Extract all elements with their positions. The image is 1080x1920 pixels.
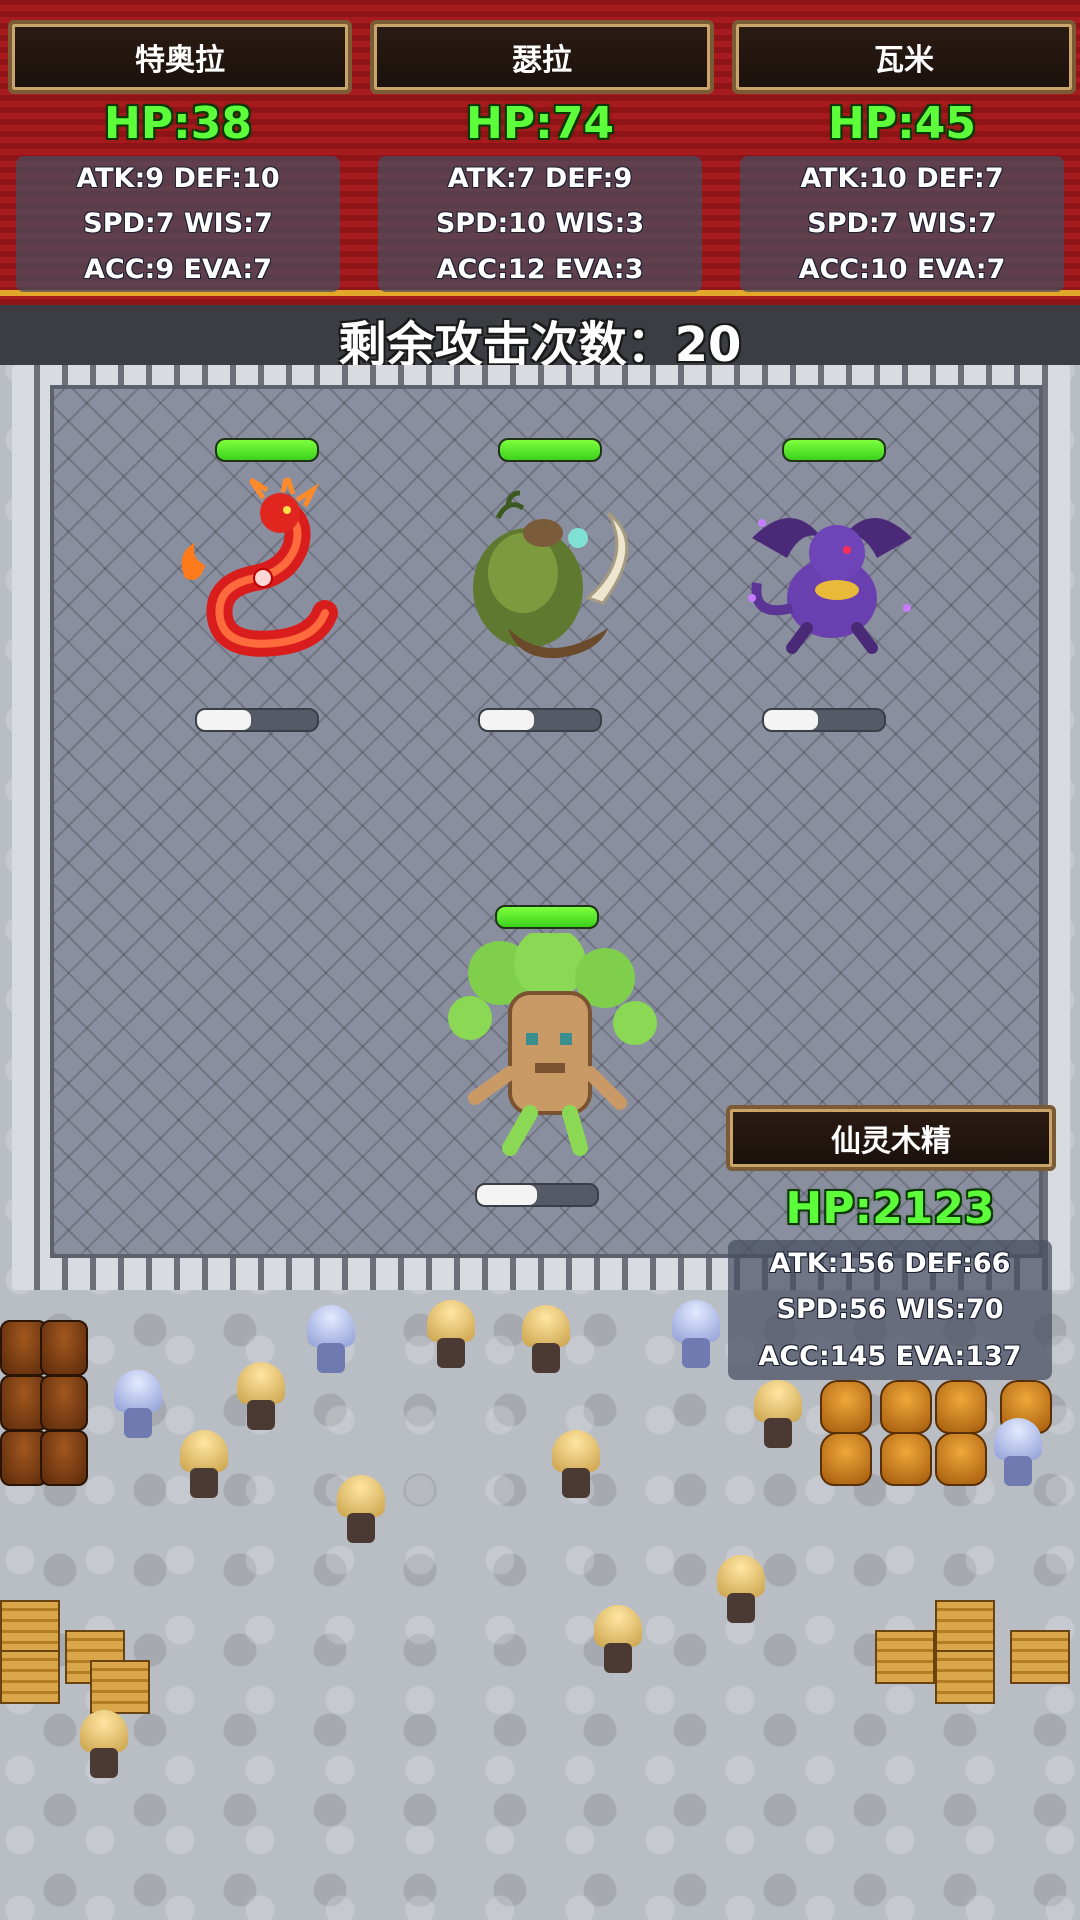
hero-stat-atk-def: ATK:10 DEF:7 [800,163,1004,195]
npc-icon [520,1305,572,1375]
jar-icon [880,1432,932,1486]
crate-icon [90,1660,150,1714]
boss-turn-fill [477,1185,537,1205]
monster-2[interactable] [448,438,648,738]
hero-hp: HP:45 [828,98,976,149]
barrel-icon [40,1375,88,1431]
hero-stats: ATK:10 DEF:7 SPD:7 WIS:7 ACC:10 EVA:7 [740,156,1064,292]
npc-icon [992,1418,1044,1488]
monster-hp-bar [782,438,886,462]
player-stat-atk-def: ATK:156 DEF:66 [769,1247,1011,1279]
jar-icon [880,1380,932,1434]
crate-icon [935,1600,995,1654]
npc-icon [112,1370,164,1440]
npc-icon [715,1555,767,1625]
player-info-card[interactable]: 仙灵木精 HP:2123 ATK:156 DEF:66 SPD:56 WIS:7… [720,1105,1060,1385]
hero-hp: HP:38 [104,98,252,149]
hero-stats: ATK:9 DEF:10 SPD:7 WIS:7 ACC:9 EVA:7 [16,156,340,292]
monster-turn-bar [762,708,886,732]
monster-hp-bar [498,438,602,462]
npc-icon [178,1430,230,1500]
purple-dragon-icon [748,518,912,654]
npc-icon [235,1362,287,1432]
npc-icon [752,1380,804,1450]
npc-icon [305,1305,357,1375]
crate-icon [1010,1630,1070,1684]
jar-icon [935,1432,987,1486]
monster-hp-fill [217,440,317,460]
monster-turn-bar [195,708,319,732]
hero-stats: ATK:7 DEF:9 SPD:10 WIS:3 ACC:12 EVA:3 [378,156,702,292]
player-tree-spirit[interactable] [440,905,660,1207]
hero-name: 瓦米 [732,20,1076,94]
hero-hp: HP:74 [466,98,614,149]
player-hp: HP:2123 [785,1183,995,1234]
crate-icon [0,1650,60,1704]
tree-spirit-icon [448,933,657,1156]
monster-turn-fill [480,710,534,730]
monster-hp-bar [215,438,319,462]
boss-hp-fill [497,907,597,927]
barrel-icon [40,1320,88,1376]
monster-3[interactable] [732,438,932,738]
monster-1[interactable] [165,438,365,738]
hero-stat-acc-eva: ACC:10 EVA:7 [798,253,1006,285]
player-stats: ATK:156 DEF:66 SPD:56 WIS:70 ACC:145 EVA… [728,1240,1052,1380]
hero-name: 瑟拉 [370,20,714,94]
npc-icon [335,1475,387,1545]
npc-icon [78,1710,130,1780]
hero-stat-acc-eva: ACC:9 EVA:7 [84,253,272,285]
boss-turn-bar [475,1183,599,1207]
crate-icon [935,1650,995,1704]
hero-stat-acc-eva: ACC:12 EVA:3 [436,253,644,285]
jar-icon [935,1380,987,1434]
hero-name: 特奥拉 [8,20,352,94]
monster-hp-fill [784,440,884,460]
hero-stat-spd-wis: SPD:7 WIS:7 [807,208,997,240]
hero-stat-atk-def: ATK:7 DEF:9 [447,163,633,195]
player-stat-spd-wis: SPD:56 WIS:70 [776,1294,1004,1326]
hero-card-3[interactable]: 瓦米 HP:45 ATK:10 DEF:7 SPD:7 WIS:7 ACC:10… [732,20,1076,295]
hero-card-1[interactable]: 特奥拉 HP:38 ATK:9 DEF:10 SPD:7 WIS:7 ACC:9… [8,20,352,295]
monster-turn-bar [478,708,602,732]
crate-icon [0,1600,60,1654]
monster-hp-fill [500,440,600,460]
jar-icon [820,1380,872,1434]
player-name: 仙灵木精 [726,1105,1056,1171]
player-stat-acc-eva: ACC:145 EVA:137 [758,1341,1022,1373]
boss-hp-bar [495,905,599,929]
npc-icon [425,1300,477,1370]
barrel-icon [40,1430,88,1486]
npc-icon [550,1430,602,1500]
npc-icon [592,1605,644,1675]
forest-treant-beast-icon [473,490,629,659]
hero-stat-atk-def: ATK:9 DEF:10 [76,163,280,195]
npc-icon [670,1300,722,1370]
hero-card-2[interactable]: 瑟拉 HP:74 ATK:7 DEF:9 SPD:10 WIS:3 ACC:12… [370,20,714,295]
hero-stat-spd-wis: SPD:10 WIS:3 [435,208,645,240]
crate-icon [875,1630,935,1684]
monster-turn-fill [197,710,251,730]
jar-icon [820,1432,872,1486]
red-fire-serpent-icon [181,478,338,657]
monster-turn-fill [764,710,818,730]
hero-stat-spd-wis: SPD:7 WIS:7 [83,208,273,240]
